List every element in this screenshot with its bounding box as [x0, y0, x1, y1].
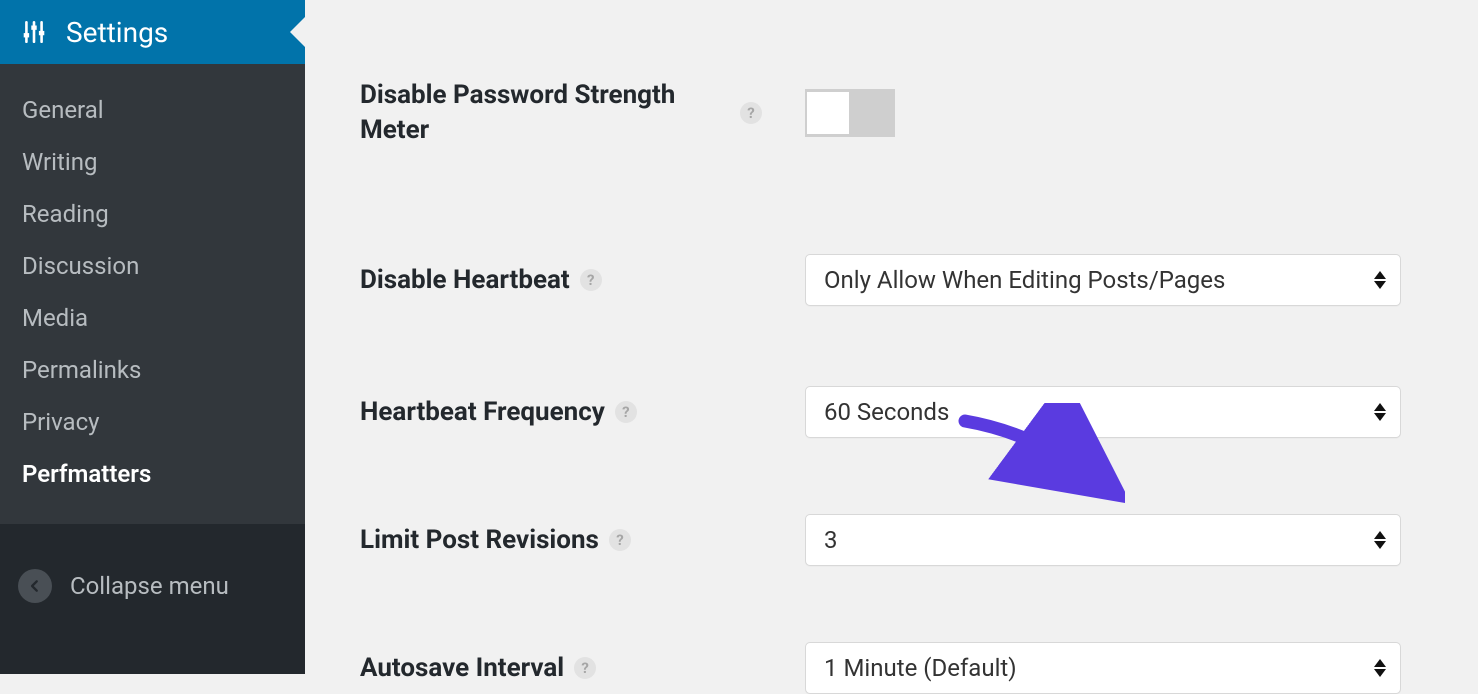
help-icon[interactable]: ?: [580, 269, 602, 291]
help-icon[interactable]: ?: [609, 529, 631, 551]
select-value: Only Allow When Editing Posts/Pages: [824, 266, 1225, 294]
label-disable-password-meter: Disable Password Strength Meter ?: [360, 78, 805, 148]
sidebar-item-general[interactable]: General: [0, 84, 305, 136]
label-limit-post-revisions: Limit Post Revisions ?: [360, 523, 805, 558]
row-autosave-interval: Autosave Interval ? 1 Minute (Default): [360, 642, 1418, 694]
select-chevrons-icon: [1374, 271, 1386, 289]
sidebar-item-writing[interactable]: Writing: [0, 136, 305, 188]
label-heartbeat-frequency: Heartbeat Frequency ?: [360, 395, 805, 430]
sidebar-item-media[interactable]: Media: [0, 292, 305, 344]
help-icon[interactable]: ?: [740, 102, 762, 124]
label-text: Heartbeat Frequency: [360, 395, 605, 430]
select-value: 1 Minute (Default): [824, 654, 1017, 682]
sidebar-item-privacy[interactable]: Privacy: [0, 396, 305, 448]
select-chevrons-icon: [1374, 659, 1386, 677]
select-chevrons-icon: [1374, 531, 1386, 549]
toggle-disable-password-meter[interactable]: [805, 89, 895, 137]
help-icon[interactable]: ?: [615, 401, 637, 423]
collapse-menu-button[interactable]: Collapse menu: [0, 558, 305, 614]
label-text: Disable Password Strength Meter: [360, 78, 730, 148]
select-disable-heartbeat[interactable]: Only Allow When Editing Posts/Pages: [805, 254, 1401, 306]
select-limit-post-revisions[interactable]: 3: [805, 514, 1401, 566]
help-icon[interactable]: ?: [574, 657, 596, 679]
sidebar-item-perfmatters[interactable]: Perfmatters: [0, 448, 305, 500]
settings-form: Disable Password Strength Meter ? Disabl…: [305, 0, 1478, 674]
label-autosave-interval: Autosave Interval ?: [360, 651, 805, 686]
sidebar-submenu: General Writing Reading Discussion Media…: [0, 64, 305, 524]
admin-sidebar: Settings General Writing Reading Discuss…: [0, 0, 305, 674]
select-value: 3: [824, 526, 838, 554]
row-heartbeat-frequency: Heartbeat Frequency ? 60 Seconds: [360, 386, 1418, 438]
select-autosave-interval[interactable]: 1 Minute (Default): [805, 642, 1401, 694]
sidebar-active-label: Settings: [66, 16, 168, 49]
row-disable-password-meter: Disable Password Strength Meter ?: [360, 78, 1418, 148]
sidebar-item-settings[interactable]: Settings: [0, 0, 305, 64]
collapse-chevron-icon: [18, 569, 52, 603]
row-disable-heartbeat: Disable Heartbeat ? Only Allow When Edit…: [360, 254, 1418, 306]
label-text: Limit Post Revisions: [360, 523, 599, 558]
select-heartbeat-frequency[interactable]: 60 Seconds: [805, 386, 1401, 438]
toggle-knob: [807, 92, 849, 134]
sidebar-item-reading[interactable]: Reading: [0, 188, 305, 240]
select-value: 60 Seconds: [824, 398, 949, 426]
select-chevrons-icon: [1374, 403, 1386, 421]
label-text: Autosave Interval: [360, 651, 564, 686]
row-limit-post-revisions: Limit Post Revisions ? 3: [360, 514, 1418, 566]
label-disable-heartbeat: Disable Heartbeat ?: [360, 263, 805, 298]
label-text: Disable Heartbeat: [360, 263, 570, 298]
collapse-menu-label: Collapse menu: [70, 572, 229, 600]
sidebar-item-permalinks[interactable]: Permalinks: [0, 344, 305, 396]
settings-sliders-icon: [20, 18, 48, 46]
sidebar-item-discussion[interactable]: Discussion: [0, 240, 305, 292]
